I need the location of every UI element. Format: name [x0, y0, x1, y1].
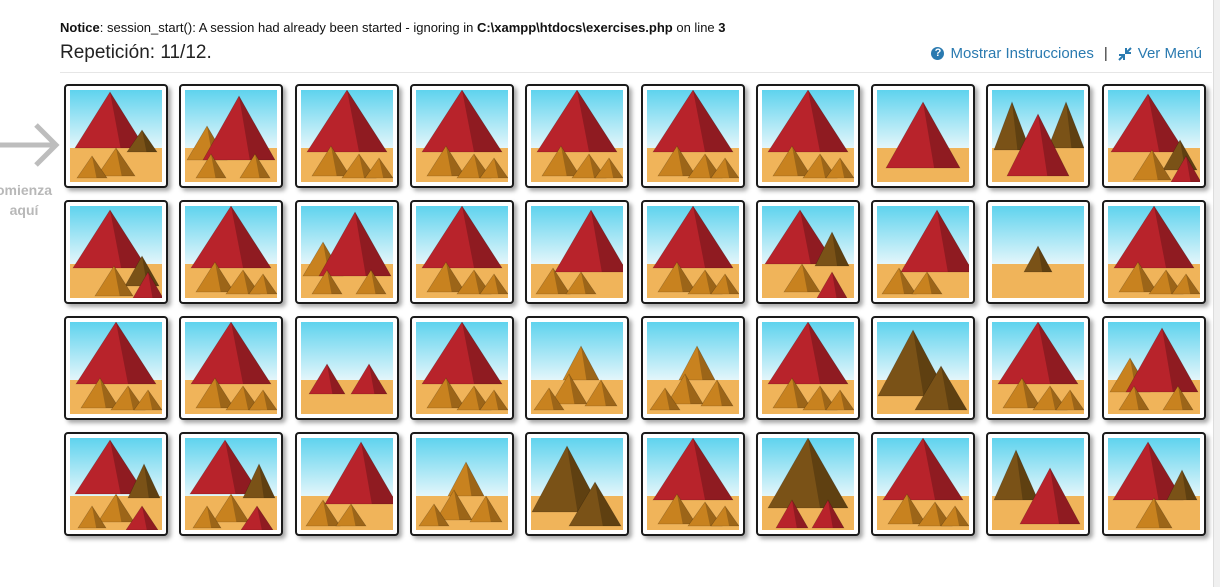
pyramid-tile[interactable]	[409, 84, 514, 188]
pyramid-image	[761, 206, 854, 298]
pyramid-tile[interactable]	[986, 432, 1091, 536]
pyramid-image	[1107, 322, 1200, 414]
pyramid-image	[992, 206, 1085, 298]
pyramid-image	[761, 438, 854, 530]
pyramid-tile[interactable]	[986, 200, 1091, 304]
pyramid-tile[interactable]	[409, 432, 514, 536]
pyramid-image	[300, 206, 393, 298]
pyramid-image	[877, 438, 970, 530]
pyramid-tile[interactable]	[640, 316, 745, 420]
compress-arrows-icon	[1118, 46, 1132, 61]
php-notice: Notice: session_start(): A session had a…	[60, 20, 726, 35]
pyramid-image	[992, 322, 1085, 414]
pyramid-image	[877, 206, 970, 298]
pyramid-tile[interactable]	[755, 84, 860, 188]
pyramid-tile[interactable]	[871, 432, 976, 536]
pyramid-tile[interactable]	[294, 84, 399, 188]
pyramid-image	[415, 438, 508, 530]
pyramid-tile[interactable]	[1101, 432, 1206, 536]
pyramid-image	[1107, 90, 1200, 182]
pyramid-tile[interactable]	[179, 84, 284, 188]
instructions-link[interactable]: Mostrar Instrucciones	[950, 45, 1093, 62]
pyramid-tile[interactable]	[409, 200, 514, 304]
pyramid-image	[761, 90, 854, 182]
pyramid-tile[interactable]	[525, 316, 630, 420]
top-links: ? Mostrar Instrucciones | Ver Menú	[931, 45, 1202, 62]
pyramid-tile[interactable]	[1101, 200, 1206, 304]
pyramid-tile[interactable]	[986, 84, 1091, 188]
pyramid-image	[646, 206, 739, 298]
pyramid-image	[415, 322, 508, 414]
pyramid-image	[415, 90, 508, 182]
pyramid-image	[531, 90, 624, 182]
pyramid-tile[interactable]	[986, 316, 1091, 420]
pyramid-tile[interactable]	[755, 432, 860, 536]
start-hint-line1: omienza	[0, 182, 52, 198]
pyramid-image	[1107, 206, 1200, 298]
pyramid-image	[185, 438, 278, 530]
pyramid-tile[interactable]	[64, 316, 168, 420]
pyramid-image	[531, 438, 624, 530]
pyramid-tile[interactable]	[640, 84, 745, 188]
page-title: Repetición: 11/12.	[60, 42, 212, 63]
pyramid-tile[interactable]	[755, 316, 860, 420]
pyramid-tile[interactable]	[525, 432, 630, 536]
pyramid-image	[70, 322, 162, 414]
pyramid-tile[interactable]	[525, 84, 630, 188]
pyramid-tile[interactable]	[640, 432, 745, 536]
pyramid-image	[992, 438, 1085, 530]
pyramid-tile[interactable]	[64, 200, 168, 304]
pyramid-tile[interactable]	[525, 200, 630, 304]
pyramid-image	[531, 322, 624, 414]
pyramid-image	[761, 322, 854, 414]
start-hint: omienza aquí	[0, 115, 62, 220]
pyramid-tile[interactable]	[179, 200, 284, 304]
pyramid-image	[646, 322, 739, 414]
pyramid-image	[185, 322, 278, 414]
pyramid-tile[interactable]	[871, 200, 976, 304]
pyramid-image	[185, 90, 278, 182]
pyramid-image	[70, 90, 162, 182]
pyramid-image	[415, 206, 508, 298]
pyramid-image	[1107, 438, 1200, 530]
pyramid-tile[interactable]	[64, 84, 168, 188]
pyramid-image	[70, 206, 162, 298]
pyramid-image	[992, 90, 1085, 182]
pyramid-tile[interactable]	[1101, 316, 1206, 420]
pyramid-image	[877, 90, 970, 182]
pyramid-tile[interactable]	[755, 200, 860, 304]
pyramid-tile[interactable]	[640, 200, 745, 304]
pyramid-image	[300, 90, 393, 182]
pyramid-image	[185, 206, 278, 298]
menu-link[interactable]: Ver Menú	[1138, 45, 1202, 62]
pyramid-tile[interactable]	[409, 316, 514, 420]
start-hint-line2: aquí	[9, 202, 39, 218]
arrow-right-icon	[0, 123, 60, 167]
question-circle-icon: ?	[931, 47, 945, 60]
pyramid-tile[interactable]	[294, 316, 399, 420]
pyramid-tile[interactable]	[294, 432, 399, 536]
header-divider	[60, 72, 1212, 73]
scrollbar[interactable]	[1213, 0, 1220, 587]
pyramid-image	[300, 438, 393, 530]
pyramid-tile[interactable]	[64, 432, 168, 536]
pyramid-image	[531, 206, 624, 298]
pyramid-tile[interactable]	[179, 432, 284, 536]
pyramid-image	[70, 438, 162, 530]
pyramid-image	[300, 322, 393, 414]
pyramid-tile[interactable]	[871, 316, 976, 420]
pyramid-image	[646, 438, 739, 530]
pyramid-image	[877, 322, 970, 414]
pyramid-tile[interactable]	[1101, 84, 1206, 188]
pyramid-tile[interactable]	[179, 316, 284, 420]
pyramid-tile[interactable]	[294, 200, 399, 304]
pyramid-image	[646, 90, 739, 182]
link-separator: |	[1103, 45, 1108, 62]
pyramid-tile[interactable]	[871, 84, 976, 188]
